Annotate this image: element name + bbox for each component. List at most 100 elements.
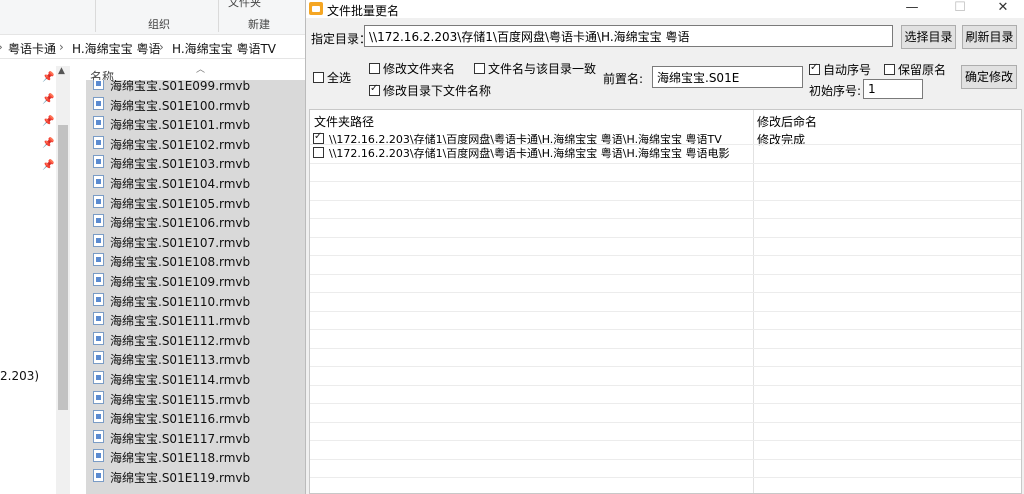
auto-sequence-checkbox[interactable]: 自动序号: [809, 61, 871, 78]
file-name: 海绵宝宝.S01E102.rmvb: [110, 137, 251, 152]
refresh-directory-button[interactable]: 刷新目录: [962, 25, 1017, 49]
keep-original-label: 保留原名: [898, 63, 947, 77]
grid-row-new-name[interactable]: 修改完成: [757, 131, 805, 148]
file-list-item[interactable]: 海绵宝宝.S01E106.rmvb: [86, 211, 305, 231]
grid-header-new-name[interactable]: 修改后命名: [757, 113, 817, 130]
file-list-item[interactable]: 海绵宝宝.S01E115.rmvb: [86, 388, 305, 408]
modify-folder-name-checkbox[interactable]: 修改文件夹名: [369, 60, 455, 77]
select-all-checkbox[interactable]: 全选: [313, 69, 351, 86]
prefix-label: 前置名:: [603, 72, 644, 86]
minimize-button[interactable]: —: [892, 0, 932, 18]
batch-rename-dialog: 文件批量更名 — ☐ ✕ 指定目录： \\172.16.2.203\存储1\百度…: [305, 0, 1024, 494]
start-sequence-input[interactable]: 1: [863, 79, 923, 99]
grid-line: [310, 440, 1021, 441]
file-list-item[interactable]: 海绵宝宝.S01E110.rmvb: [86, 290, 305, 310]
file-name: 海绵宝宝.S01E099.rmvb: [110, 80, 251, 93]
title-bar[interactable]: 文件批量更名 — ☐ ✕: [306, 0, 1024, 18]
file-name: 海绵宝宝.S01E101.rmvb: [110, 118, 251, 133]
select-all-label: 全选: [327, 71, 352, 85]
choose-directory-button[interactable]: 选择目录: [901, 25, 956, 49]
file-name: 海绵宝宝.S01E116.rmvb: [110, 412, 251, 427]
file-icon: [93, 233, 104, 247]
explorer-ribbon: 文件夹 组织 新建: [0, 0, 305, 35]
file-list-item[interactable]: 海绵宝宝.S01E118.rmvb: [86, 446, 305, 466]
grid-line: [310, 273, 1021, 275]
filename-match-dir-checkbox[interactable]: 文件名与该目录一致: [474, 60, 596, 77]
file-icon: [93, 390, 104, 404]
pin-icon[interactable]: 📌: [42, 116, 54, 127]
file-list-item[interactable]: 海绵宝宝.S01E107.rmvb: [86, 231, 305, 251]
grid-line: [310, 218, 1021, 219]
file-icon: [93, 449, 104, 463]
ribbon-group-new: 新建: [248, 18, 270, 31]
file-list-item[interactable]: 海绵宝宝.S01E101.rmvb: [86, 113, 305, 133]
file-list-item[interactable]: 海绵宝宝.S01E105.rmvb: [86, 192, 305, 212]
navigation-scrollbar-thumb[interactable]: [58, 125, 68, 410]
grid-row-checkbox[interactable]: [313, 147, 324, 158]
file-name: 海绵宝宝.S01E107.rmvb: [110, 235, 251, 250]
grid-line: [310, 292, 1021, 293]
prefix-input[interactable]: 海绵宝宝.S01E: [652, 66, 803, 88]
keep-original-box[interactable]: [884, 64, 895, 75]
grid-column-divider[interactable]: [753, 110, 754, 493]
file-list-item[interactable]: 海绵宝宝.S01E099.rmvb: [86, 80, 305, 94]
grid-line: [310, 144, 1021, 145]
modify-files-in-dir-box[interactable]: [369, 83, 380, 96]
file-list-item[interactable]: 海绵宝宝.S01E109.rmvb: [86, 270, 305, 290]
close-button[interactable]: ✕: [983, 0, 1023, 18]
file-name: 海绵宝宝.S01E119.rmvb: [110, 471, 251, 485]
file-icon: [93, 273, 104, 286]
file-icon: [93, 116, 104, 130]
grid-row-path[interactable]: \\172.16.2.203\存储1\百度网盘\粤语卡通\H.海绵宝宝 粤语\H…: [329, 145, 730, 161]
scroll-up-icon[interactable]: ▲: [58, 66, 65, 76]
filename-match-dir-box[interactable]: [474, 63, 485, 74]
file-name: 海绵宝宝.S01E105.rmvb: [110, 196, 251, 211]
pin-icon[interactable]: 📌: [42, 72, 54, 83]
pin-icon[interactable]: 📌: [42, 160, 54, 171]
file-list-item[interactable]: 海绵宝宝.S01E103.rmvb: [86, 152, 305, 172]
file-list-item[interactable]: 海绵宝宝.S01E113.rmvb: [86, 348, 305, 368]
file-list-item[interactable]: 海绵宝宝.S01E112.rmvb: [86, 329, 305, 349]
sort-up-icon: ︿: [196, 65, 206, 75]
ribbon-folder-label: 文件夹: [228, 0, 261, 9]
breadcrumb-chevron-icon: ›: [159, 40, 164, 54]
maximize-button[interactable]: ☐: [940, 0, 980, 18]
breadcrumb-item[interactable]: 粤语卡通: [8, 40, 56, 57]
auto-sequence-box[interactable]: [809, 62, 820, 75]
grid-line: [310, 310, 1021, 312]
file-icon: [93, 351, 104, 365]
file-name: 海绵宝宝.S01E108.rmvb: [110, 255, 251, 270]
grid-header-path[interactable]: 文件夹路径: [314, 113, 374, 130]
file-list-item[interactable]: 海绵宝宝.S01E111.rmvb: [86, 309, 305, 329]
file-icon: [93, 429, 104, 443]
grid-row-checkbox[interactable]: [313, 131, 324, 144]
file-list-item[interactable]: 海绵宝宝.S01E119.rmvb: [86, 466, 305, 486]
select-all-box[interactable]: [313, 72, 324, 83]
file-list-item[interactable]: 海绵宝宝.S01E117.rmvb: [86, 427, 305, 447]
nav-item-partial-label[interactable]: 2.203): [0, 369, 39, 383]
grid-line: [310, 384, 1021, 386]
file-list-item[interactable]: 海绵宝宝.S01E116.rmvb: [86, 407, 305, 427]
modify-folder-name-label: 修改文件夹名: [383, 62, 456, 76]
directory-input[interactable]: \\172.16.2.203\存储1\百度网盘\粤语卡通\H.海绵宝宝 粤语: [364, 25, 893, 47]
confirm-rename-button[interactable]: 确定修改: [961, 65, 1017, 89]
start-sequence-label: 初始序号:: [809, 84, 862, 98]
pin-icon[interactable]: 📌: [42, 138, 54, 149]
address-bar[interactable]: › 粤语卡通 › H.海绵宝宝 粤语 › H.海绵宝宝 粤语TV: [0, 36, 305, 59]
file-icon: [93, 175, 104, 188]
breadcrumb-item[interactable]: H.海绵宝宝 粤语TV: [172, 40, 276, 57]
file-list-item[interactable]: 海绵宝宝.S01E108.rmvb: [86, 250, 305, 270]
breadcrumb-item[interactable]: H.海绵宝宝 粤语: [72, 40, 160, 57]
file-list-item[interactable]: 海绵宝宝.S01E114.rmvb: [86, 368, 305, 388]
pin-icon[interactable]: 📌: [42, 94, 54, 105]
file-list-item[interactable]: 海绵宝宝.S01E100.rmvb: [86, 94, 305, 114]
grid-line: [310, 236, 1021, 238]
file-list-item[interactable]: 海绵宝宝.S01E104.rmvb: [86, 172, 305, 192]
window-title: 文件批量更名: [327, 4, 400, 18]
grid-line: [310, 199, 1021, 201]
keep-original-checkbox[interactable]: 保留原名: [884, 61, 946, 78]
modify-files-in-dir-checkbox[interactable]: 修改目录下文件名称: [369, 82, 491, 99]
modify-folder-name-box[interactable]: [369, 63, 380, 74]
file-icon: [93, 371, 104, 384]
file-list-item[interactable]: 海绵宝宝.S01E102.rmvb: [86, 133, 305, 153]
